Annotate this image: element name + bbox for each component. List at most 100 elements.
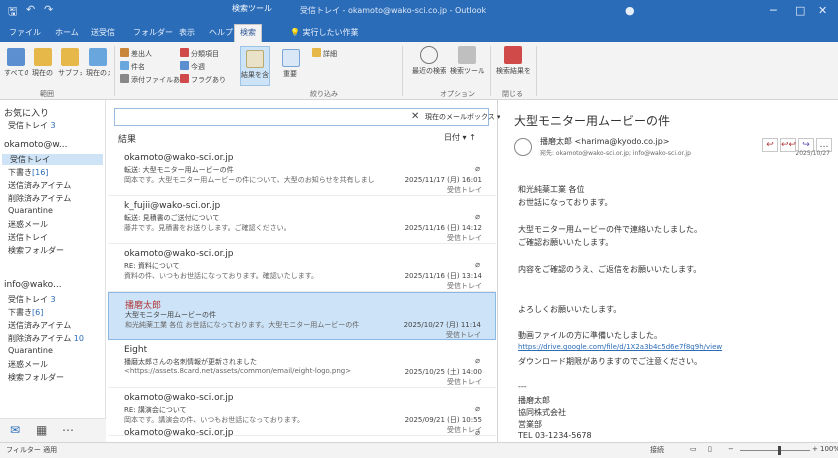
subfolder-icon [61,48,79,66]
message-from: okamoto@wako-sci.or.jp [124,153,234,163]
message-preview: 岡本です。大型モニター用ムービーの件について、大型のお知らせを共有しました。 [124,176,374,184]
info-folder-drafts[interactable]: 下書き[6] [8,307,43,318]
current-mailbox-button[interactable]: 現在のメールボックス [86,48,110,78]
tab-send-receive[interactable]: 送受信 [86,25,120,40]
subject-filter-button[interactable]: 件名 [120,61,145,72]
favorite-inbox-label: 受信トレイ [8,121,48,130]
folder-quarantine[interactable]: Quarantine [8,206,53,215]
options-group-label: オプション [440,90,475,98]
close-search-button[interactable]: 検索結果を閉じる [496,46,530,76]
message-preview: 和光純薬工業 各位 お世話になっております。大型モニター用ムービーの件 [125,321,360,329]
refine-group-label: 絞り込み [310,90,338,98]
account-okamoto[interactable]: okamoto@w... [4,140,68,150]
from-filter-button[interactable]: 差出人 [120,48,152,59]
message-from: okamoto@wako-sci.or.jp [124,428,234,438]
tab-view[interactable]: 表示 [174,25,200,40]
ribbon-tabs: ファイル ホーム 送受信 フォルダー 表示 ヘルプ 検索 💡 実行したい作業 [0,22,838,42]
subfolders-label: サブフォルダー [58,69,82,77]
save-icon[interactable]: 🖫 [8,3,17,22]
maximize-button[interactable]: □ [795,4,805,17]
zoom-thumb[interactable] [777,446,781,455]
subfolders-button[interactable]: サブフォルダー [58,48,82,78]
attachment-filter-button[interactable]: 添付ファイルあり [120,74,187,85]
info-inbox-count: 3 [50,295,56,304]
folder-pane: お気に入り 受信トレイ 3 okamoto@w... 受信トレイ 下書き[16]… [0,100,106,442]
recent-searches-button[interactable]: 最近の検索 [412,46,446,76]
all-mail-items-button[interactable]: すべてのメールアイテム [4,48,28,78]
tab-file[interactable]: ファイル [4,25,46,40]
tools-icon [458,46,476,64]
info-folder-sent[interactable]: 送信済みアイテム [8,320,71,331]
signature-line: 営業部 [518,420,542,429]
folder-drafts[interactable]: 下書き[16] [8,167,48,178]
body-link[interactable]: https://drive.google.com/file/d/1X2a3b4c… [518,343,722,351]
list-item[interactable]: k_fujii@wako-sci.or.jp 転送: 見積書のご送付について 藤… [108,196,496,244]
undo-icon[interactable]: ↶ [26,3,35,16]
include-results-button[interactable]: 結果を含める [240,46,270,86]
info-folder-quarantine[interactable]: Quarantine [8,346,53,355]
close-button[interactable]: ✕ [818,4,827,17]
info-folder-inbox[interactable]: 受信トレイ 3 [8,294,56,305]
list-item[interactable]: okamoto@wako-sci.or.jp RE: 資料について 資料の件、い… [108,244,496,292]
search-scope-dropdown[interactable]: 現在のメールボックス ▾ [425,112,501,122]
zoom-level[interactable]: 100% [820,445,838,453]
flagged-filter-button[interactable]: フラグあり [180,74,226,85]
favorite-inbox-count: 3 [50,121,56,130]
tab-help[interactable]: ヘルプ [204,25,238,40]
zoom-slider[interactable] [740,450,810,451]
clear-search-icon[interactable]: ✕ [411,111,419,122]
folder-inbox[interactable]: 受信トレイ [2,154,103,165]
zoom-out-icon[interactable]: − [728,445,734,453]
tell-me-box[interactable]: 💡 実行したい作業 [290,27,359,38]
important-filter-button[interactable]: 重要 [276,46,306,86]
zoom-in-icon[interactable]: + [812,445,818,453]
calendar-nav-icon[interactable]: ▦ [36,423,47,437]
tab-home[interactable]: ホーム [50,25,84,40]
redo-icon[interactable]: ↷ [44,3,53,16]
status-bar: フィルター 適用 接続 ▭ ▯ − + 100% [0,442,838,458]
list-item[interactable]: okamoto@wako-sci.or.jp ⌀ [108,426,496,442]
category-filter-button[interactable]: 分類項目 [180,48,219,59]
message-subject: 大型モニター用ムービーの件 [125,311,216,319]
more-filter-button[interactable]: 詳細 [312,48,337,59]
folder-search-folders[interactable]: 検索フォルダー [8,245,64,256]
tab-folder[interactable]: フォルダー [128,25,178,40]
account-avatar-icon[interactable]: ● [625,4,635,17]
folder-sent[interactable]: 送信済みアイテム [8,180,71,191]
favorite-inbox[interactable]: 受信トレイ 3 [8,120,56,131]
recent-searches-label: 最近の検索 [412,67,446,75]
favorites-header[interactable]: お気に入り [4,106,49,119]
search-input[interactable] [115,109,395,125]
message-subject: RE: 講演会について [124,406,187,414]
folder-outbox[interactable]: 送信トレイ [8,232,48,243]
minimize-button[interactable]: ─ [770,4,777,17]
list-item[interactable]: Eight 播磨太郎さんの名刺情報が更新されました <https://asset… [108,340,496,388]
folder-icon [34,48,52,66]
sort-label: 日付 [444,133,460,142]
tab-search[interactable]: 検索 [234,24,262,42]
reply-all-icon[interactable]: ↩↩ [780,138,796,152]
reading-view-icon[interactable]: ▯ [708,445,712,453]
mail-icon[interactable]: ✉ [10,423,20,437]
search-tools-button[interactable]: 検索ツール [450,46,484,76]
body-line: 和光純薬工業 各位 [518,185,585,194]
sort-by-date-button[interactable]: 日付 ▾ ↑ [444,132,476,143]
list-item-selected[interactable]: 播磨太郎 大型モニター用ムービーの件 和光純薬工業 各位 お世話になっております… [108,292,496,340]
message-preview: 藤井です。見積書をお送りします。ご確認ください。 [124,224,291,232]
info-folder-search-folders[interactable]: 検索フォルダー [8,372,64,383]
info-drafts-label: 下書き [8,308,32,317]
reply-icon[interactable]: ↩ [762,138,778,152]
folder-drafts-count: [16] [32,168,49,177]
normal-view-icon[interactable]: ▭ [690,445,697,453]
current-mailbox-label: 現在のメールボックス [86,69,110,77]
current-folder-button[interactable]: 現在のフォルダー [32,48,54,78]
this-week-filter-button[interactable]: 今週 [180,61,205,72]
message-preview: 資料の件、いつもお世話になっております。確認いたします。 [124,272,319,280]
folder-deleted[interactable]: 削除済みアイテム [8,193,71,204]
folder-junk[interactable]: 迷惑メール [8,219,48,230]
info-folder-junk[interactable]: 迷惑メール [8,359,48,370]
info-folder-deleted[interactable]: 削除済みアイテム 10 [8,333,84,344]
account-info[interactable]: info@wako... [4,280,62,290]
more-nav-icon[interactable]: ⋯ [62,423,74,437]
list-item[interactable]: okamoto@wako-sci.or.jp 転送: 大型モニター用ムービーの件… [108,148,508,196]
